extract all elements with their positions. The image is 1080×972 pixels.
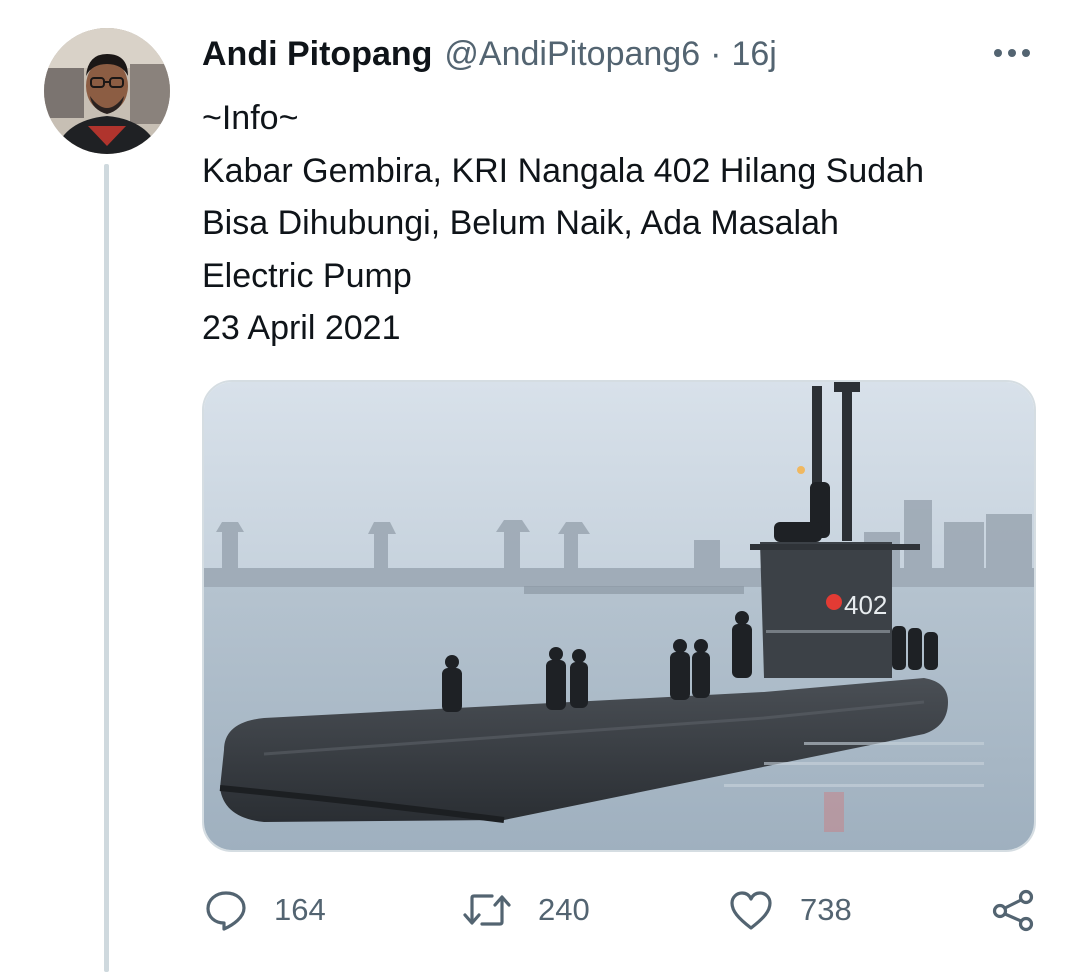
tweet-line: ~Info~ — [202, 99, 299, 137]
author-name[interactable]: Andi Pitopang — [202, 35, 432, 74]
reply-count: 164 — [274, 892, 326, 927]
heart-icon — [730, 891, 772, 930]
hull-number-402: 402 — [844, 590, 887, 620]
reply-button[interactable]: 164 — [204, 880, 326, 940]
retweet-icon — [463, 894, 511, 926]
tweet-media-photo[interactable]: 402 — [202, 380, 1036, 852]
tweet-line: Bisa Dihubungi, Belum Naik, Ada Masalah — [202, 204, 839, 242]
separator-dot: · — [710, 34, 722, 73]
tweet-line: Kabar Gembira, KRI Nangala 402 Hilang Su… — [202, 151, 924, 190]
reply-bubble-icon — [206, 891, 246, 931]
author-handle[interactable]: @AndiPitopang6 — [444, 35, 700, 74]
thread-line — [104, 164, 109, 972]
share-button[interactable] — [990, 880, 1036, 940]
tweet-text: ~Info~ Kabar Gembira, KRI Nangala 402 Hi… — [202, 92, 1022, 355]
retweet-count: 240 — [538, 892, 590, 927]
tweet-line: Electric Pump — [202, 256, 412, 295]
like-button[interactable]: 738 — [728, 880, 852, 940]
tweet-line: 23 April 2021 — [202, 309, 401, 347]
tweet-action-bar: 164 240 738 — [0, 880, 1080, 940]
more-horizontal-icon[interactable] — [990, 38, 1034, 68]
retweet-button[interactable]: 240 — [462, 880, 590, 940]
tweet-card[interactable]: Andi Pitopang @AndiPitopang6 · 16j ~Info… — [0, 0, 1080, 972]
tweet-time[interactable]: 16j — [731, 35, 776, 74]
like-count: 738 — [800, 892, 852, 927]
author-avatar[interactable] — [44, 28, 170, 154]
tweet-header: Andi Pitopang @AndiPitopang6 · 16j — [202, 30, 777, 78]
share-icon — [992, 889, 1034, 932]
